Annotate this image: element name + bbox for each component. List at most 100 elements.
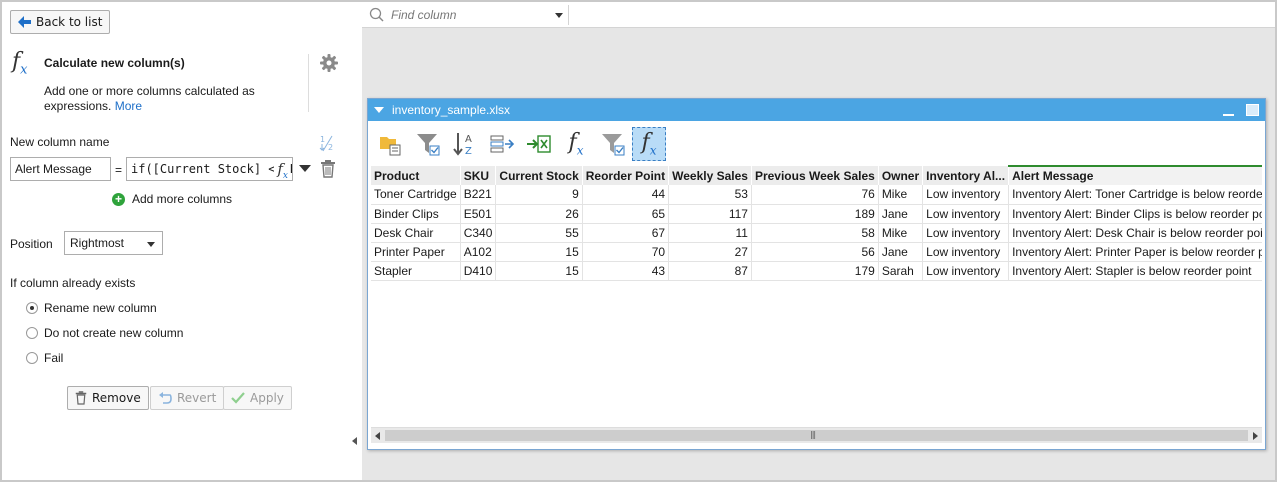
function-icon: fx	[641, 130, 657, 158]
cell[interactable]: Low inventory	[922, 261, 1010, 281]
cell[interactable]: 87	[668, 261, 752, 281]
radio-button-selected[interactable]	[26, 302, 38, 314]
expression-input[interactable]: if([Current Stock] < [Reorder Point], "I…	[126, 157, 293, 181]
more-link[interactable]: More	[115, 99, 142, 113]
back-to-list-button[interactable]: Back to list	[10, 10, 111, 34]
cell[interactable]: 15	[495, 242, 583, 262]
cell[interactable]: Inventory Alert: Desk Chair is below reo…	[1008, 223, 1262, 243]
column-name-input[interactable]: Alert Message	[10, 157, 111, 181]
horizontal-scrollbar[interactable]: |||	[371, 427, 1262, 443]
sort-columns-icon[interactable]: 1 2	[318, 134, 336, 152]
table-row[interactable]: Desk Chair C340 55 67 11 58 Mike Low inv…	[371, 223, 1262, 243]
minimize-icon[interactable]	[1223, 114, 1234, 116]
radio-button[interactable]	[26, 352, 38, 364]
maximize-icon[interactable]	[1246, 104, 1259, 116]
column-header[interactable]: Previous Week Sales	[751, 166, 879, 185]
cell[interactable]: 9	[495, 185, 583, 205]
table-row[interactable]: Binder Clips E501 26 65 117 189 Jane Low…	[371, 204, 1262, 224]
cell[interactable]: Mike	[878, 223, 924, 243]
cell[interactable]: 58	[751, 223, 879, 243]
radio-rename-new-column[interactable]: Rename new column	[26, 301, 157, 315]
cell[interactable]: 70	[582, 242, 670, 262]
collapse-panel-icon[interactable]	[352, 437, 357, 445]
position-select[interactable]: Rightmost	[64, 231, 163, 255]
cell[interactable]: Sarah	[878, 261, 924, 281]
table-row[interactable]: Stapler D410 15 43 87 179 Sarah Low inve…	[371, 261, 1262, 281]
scroll-left-icon[interactable]	[375, 432, 380, 440]
active-function-button[interactable]: fx	[632, 127, 666, 161]
collapse-triangle-icon[interactable]	[374, 107, 384, 113]
apply-button[interactable]: Apply	[223, 386, 292, 410]
cell[interactable]: Stapler	[371, 261, 461, 281]
filter-button[interactable]	[411, 127, 445, 161]
revert-button[interactable]: Revert	[150, 386, 225, 410]
cell[interactable]: 55	[495, 223, 583, 243]
cell[interactable]: 189	[751, 204, 879, 224]
cell[interactable]: Printer Paper	[371, 242, 461, 262]
function-editor-icon[interactable]: fx	[274, 160, 288, 180]
expression-dropdown-icon[interactable]	[299, 165, 311, 172]
cell[interactable]: C340	[460, 223, 497, 243]
cell[interactable]: Inventory Alert: Binder Clips is below r…	[1008, 204, 1262, 224]
cell[interactable]: E501	[460, 204, 497, 224]
table-row[interactable]: Toner Cartridge B221 9 44 53 76 Mike Low…	[371, 185, 1262, 205]
scroll-right-icon[interactable]	[1253, 432, 1258, 440]
filter-rows-button[interactable]	[596, 127, 630, 161]
cell[interactable]: 44	[582, 185, 670, 205]
cell[interactable]: Desk Chair	[371, 223, 461, 243]
cell[interactable]: 56	[751, 242, 879, 262]
cell[interactable]: 76	[751, 185, 879, 205]
cell[interactable]: 27	[668, 242, 752, 262]
cell[interactable]: Low inventory	[922, 185, 1010, 205]
cell[interactable]: 15	[495, 261, 583, 281]
column-exists-label: If column already exists	[10, 276, 136, 290]
cell[interactable]: Toner Cartridge	[371, 185, 461, 205]
cell[interactable]: Mike	[878, 185, 924, 205]
scrollbar-thumb[interactable]	[385, 430, 1248, 441]
cell[interactable]: D410	[460, 261, 497, 281]
column-header[interactable]: Current Stock	[495, 166, 583, 185]
export-button[interactable]	[522, 127, 556, 161]
cell[interactable]: 11	[668, 223, 752, 243]
column-header[interactable]: Owner	[878, 166, 924, 185]
cell[interactable]: Inventory Alert: Printer Paper is below …	[1008, 242, 1262, 262]
cell[interactable]: 65	[582, 204, 670, 224]
column-header-selected[interactable]: Alert Message	[1008, 165, 1262, 185]
trash-icon[interactable]	[320, 160, 336, 178]
cell[interactable]: 26	[495, 204, 583, 224]
column-header[interactable]: Inventory Al...	[922, 166, 1010, 185]
cell[interactable]: 179	[751, 261, 879, 281]
column-tools-button[interactable]	[485, 127, 519, 161]
cell[interactable]: Jane	[878, 242, 924, 262]
calculate-column-button[interactable]: fx	[559, 127, 593, 161]
column-header[interactable]: SKU	[460, 166, 497, 185]
table-row[interactable]: Printer Paper A102 15 70 27 56 Jane Low …	[371, 242, 1262, 262]
cell[interactable]: 53	[668, 185, 752, 205]
chevron-down-icon[interactable]	[555, 13, 563, 18]
cell[interactable]: A102	[460, 242, 497, 262]
sort-button[interactable]: A Z	[448, 127, 482, 161]
open-file-button[interactable]	[374, 127, 408, 161]
cell[interactable]: 43	[582, 261, 670, 281]
column-header[interactable]: Product	[371, 166, 461, 185]
column-header[interactable]: Reorder Point	[582, 166, 670, 185]
radio-button[interactable]	[26, 327, 38, 339]
cell[interactable]: Binder Clips	[371, 204, 461, 224]
cell[interactable]: Jane	[878, 204, 924, 224]
cell[interactable]: Inventory Alert: Stapler is below reorde…	[1008, 261, 1262, 281]
cell[interactable]: Low inventory	[922, 204, 1010, 224]
cell[interactable]: 117	[668, 204, 752, 224]
cell[interactable]: Low inventory	[922, 223, 1010, 243]
radio-fail[interactable]: Fail	[26, 351, 63, 365]
cell[interactable]: Inventory Alert: Toner Cartridge is belo…	[1008, 185, 1262, 205]
gear-icon[interactable]	[319, 53, 339, 73]
cell[interactable]: B221	[460, 185, 497, 205]
window-title-bar[interactable]: inventory_sample.xlsx	[368, 99, 1265, 121]
remove-button[interactable]: Remove	[67, 386, 149, 410]
add-more-columns-button[interactable]: + Add more columns	[112, 192, 232, 206]
column-header[interactable]: Weekly Sales	[668, 166, 752, 185]
cell[interactable]: 67	[582, 223, 670, 243]
radio-do-not-create[interactable]: Do not create new column	[26, 326, 183, 340]
cell[interactable]: Low inventory	[922, 242, 1010, 262]
find-column-input[interactable]: Find column	[365, 5, 569, 25]
